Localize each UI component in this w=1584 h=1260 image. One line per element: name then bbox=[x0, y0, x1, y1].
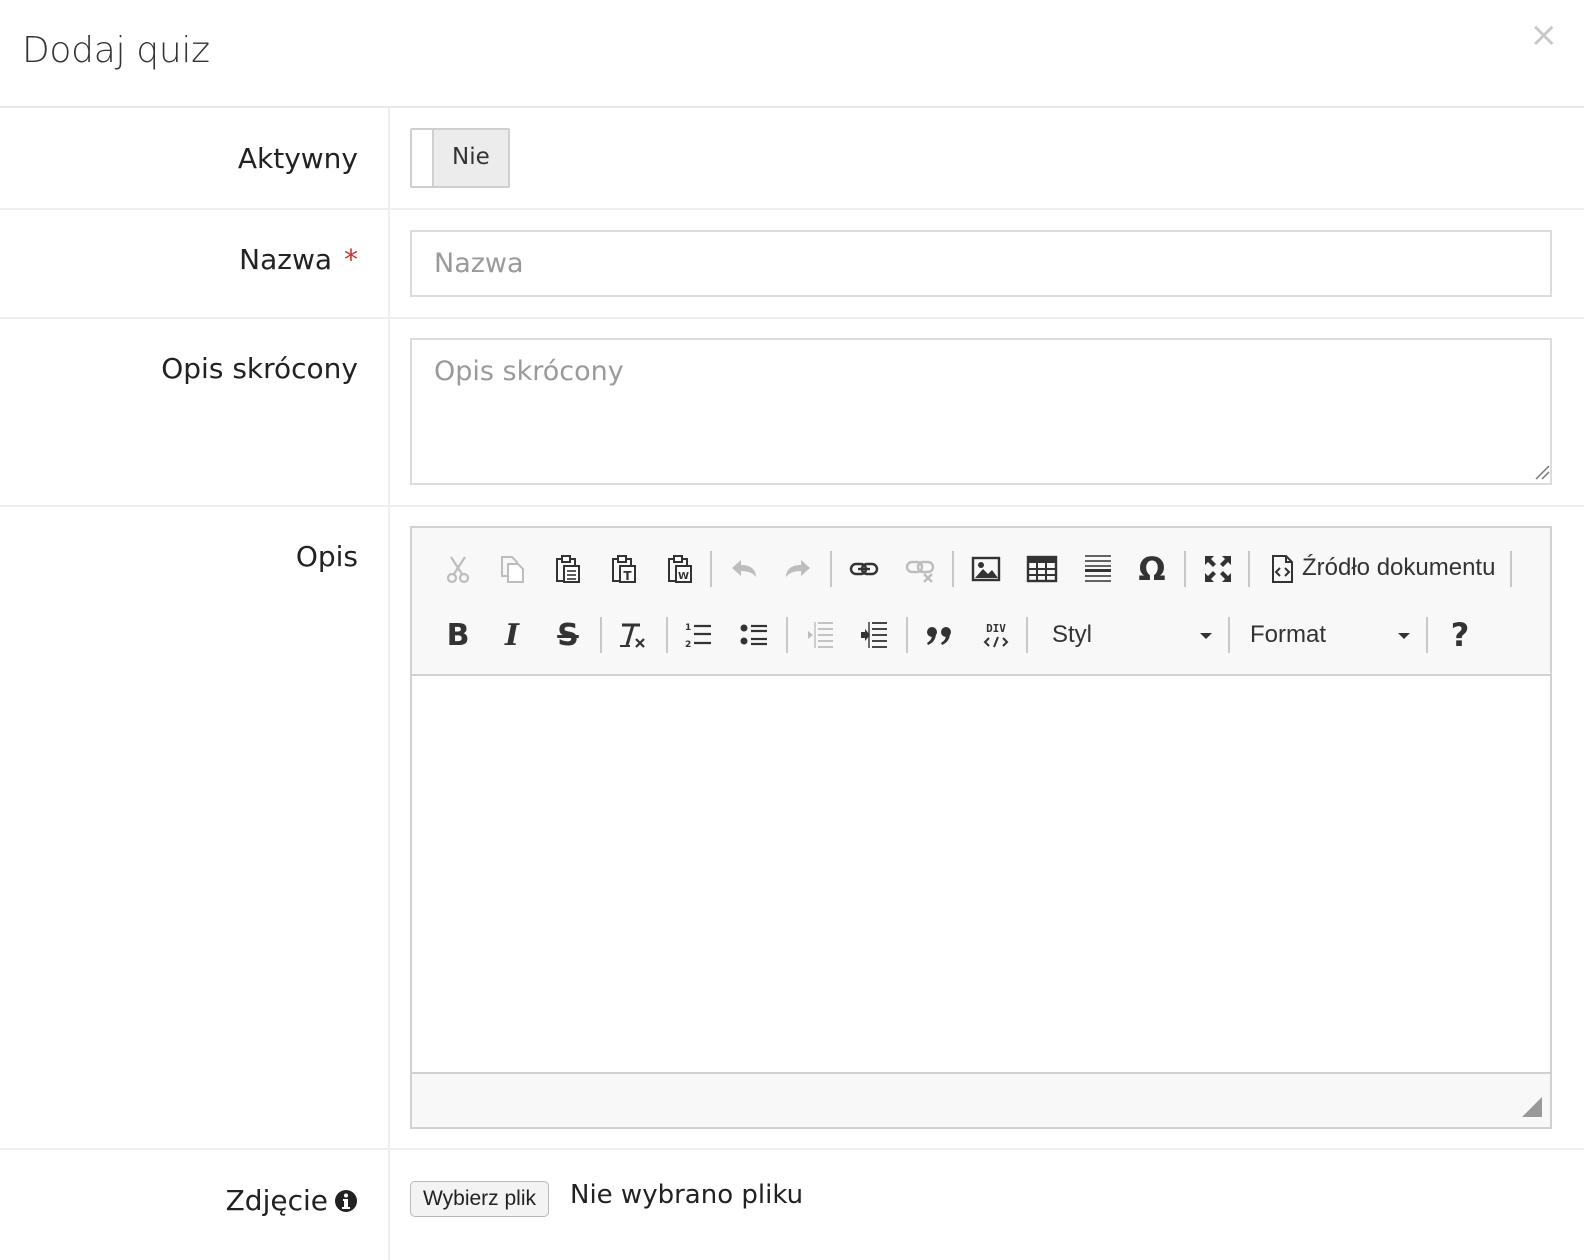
toggle-value: Nie bbox=[452, 144, 490, 170]
paste-icon[interactable] bbox=[548, 549, 588, 589]
dialog-title: Dodaj quiz bbox=[22, 30, 210, 71]
toolbar-separator bbox=[1510, 551, 1512, 587]
remove-format-icon[interactable] bbox=[612, 615, 652, 655]
label-photo: Zdjęcie bbox=[226, 1184, 358, 1217]
unlink-icon[interactable] bbox=[900, 549, 940, 589]
blockquote-icon[interactable] bbox=[920, 615, 960, 655]
table-icon[interactable] bbox=[1022, 549, 1062, 589]
rich-text-editor: T W Ω Źródło dokumentu B I S 1 2 DIV Sty… bbox=[410, 526, 1552, 1129]
strike-icon[interactable]: S bbox=[548, 615, 588, 655]
label-active: Aktywny bbox=[237, 142, 358, 175]
outdent-icon[interactable] bbox=[800, 615, 840, 655]
italic-icon[interactable]: I bbox=[492, 615, 532, 655]
short-description-textarea[interactable] bbox=[410, 338, 1552, 485]
label-short-description: Opis skrócony bbox=[161, 352, 358, 385]
special-char-icon[interactable]: Ω bbox=[1132, 549, 1172, 589]
close-icon[interactable]: × bbox=[1530, 18, 1559, 52]
div-glyph: DIV bbox=[986, 622, 1006, 635]
toolbar-separator bbox=[1228, 617, 1230, 653]
toolbar-separator bbox=[1026, 617, 1028, 653]
active-toggle[interactable]: Nie bbox=[410, 128, 510, 188]
paste-word-icon[interactable]: W bbox=[660, 549, 700, 589]
numbered-list-icon[interactable]: 12 bbox=[678, 615, 718, 655]
chevron-down-icon bbox=[1398, 633, 1410, 639]
file-status: Nie wybrano pliku bbox=[570, 1180, 804, 1210]
help-icon[interactable]: ? bbox=[1440, 615, 1480, 655]
source-icon[interactable] bbox=[1262, 549, 1302, 589]
choose-file-button[interactable]: Wybierz plik bbox=[410, 1181, 549, 1217]
label-description: Opis bbox=[295, 540, 358, 573]
editor-content-area[interactable] bbox=[412, 676, 1550, 1074]
paste-text-icon[interactable]: T bbox=[604, 549, 644, 589]
editor-statusbar bbox=[412, 1074, 1550, 1127]
toolbar-separator bbox=[1184, 551, 1186, 587]
svg-text:2: 2 bbox=[685, 640, 691, 650]
undo-icon[interactable] bbox=[724, 549, 764, 589]
toolbar-separator bbox=[600, 617, 602, 653]
svg-text:T: T bbox=[623, 569, 632, 583]
source-button[interactable]: Źródło dokumentu bbox=[1302, 554, 1495, 582]
link-icon[interactable] bbox=[844, 549, 884, 589]
required-mark: * bbox=[344, 243, 358, 276]
toolbar-separator bbox=[1248, 551, 1250, 587]
textarea-resize-icon[interactable] bbox=[1532, 462, 1550, 480]
format-dropdown-label: Format bbox=[1250, 621, 1327, 648]
editor-toolbar: T W Ω Źródło dokumentu B I S 1 2 DIV Sty… bbox=[412, 528, 1550, 676]
horizontal-rule-icon[interactable] bbox=[1078, 549, 1118, 589]
chevron-down-icon bbox=[1200, 633, 1212, 639]
image-icon[interactable] bbox=[966, 549, 1006, 589]
format-dropdown[interactable]: Format bbox=[1250, 615, 1410, 655]
toolbar-separator bbox=[666, 617, 668, 653]
svg-text:1: 1 bbox=[685, 623, 691, 633]
toolbar-separator bbox=[786, 617, 788, 653]
toolbar-separator bbox=[952, 551, 954, 587]
dialog-header: Dodaj quiz × bbox=[0, 0, 1584, 108]
cut-icon[interactable] bbox=[438, 549, 478, 589]
toolbar-separator bbox=[906, 617, 908, 653]
help-glyph: ? bbox=[1450, 616, 1470, 654]
label-photo-text: Zdjęcie bbox=[225, 1184, 328, 1217]
resize-handle-icon[interactable] bbox=[1522, 1097, 1542, 1117]
style-dropdown[interactable]: Styl bbox=[1052, 615, 1212, 655]
maximize-icon[interactable] bbox=[1198, 549, 1238, 589]
svg-text:W: W bbox=[678, 571, 689, 582]
toolbar-separator bbox=[710, 551, 712, 587]
redo-icon[interactable] bbox=[778, 549, 818, 589]
omega-glyph: Ω bbox=[1138, 550, 1166, 588]
div-icon[interactable]: DIV bbox=[976, 615, 1016, 655]
label-name: Nazwa * bbox=[239, 243, 358, 276]
copy-icon[interactable] bbox=[492, 549, 532, 589]
info-icon[interactable] bbox=[334, 1189, 358, 1213]
name-input[interactable] bbox=[410, 230, 1552, 297]
indent-icon[interactable] bbox=[854, 615, 894, 655]
style-dropdown-label: Styl bbox=[1052, 621, 1093, 648]
bulleted-list-icon[interactable] bbox=[734, 615, 774, 655]
toggle-knob bbox=[412, 130, 434, 186]
bold-icon[interactable]: B bbox=[438, 615, 478, 655]
toolbar-separator bbox=[830, 551, 832, 587]
toolbar-separator bbox=[1426, 617, 1428, 653]
label-name-text: Nazwa bbox=[239, 243, 332, 276]
